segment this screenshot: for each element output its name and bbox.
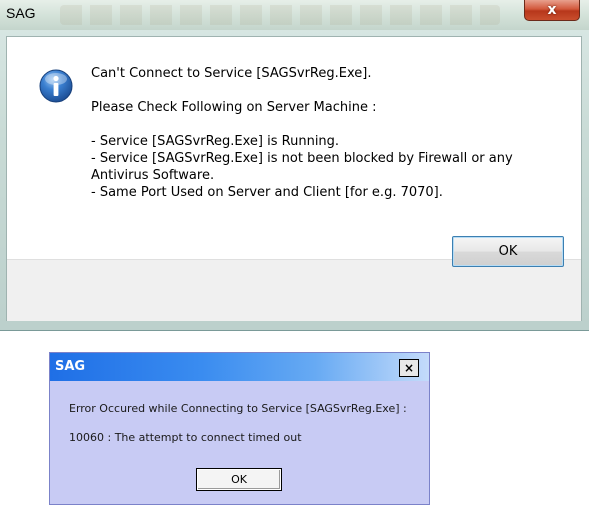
error-dialog-win7: SAG x Can't Connect to Service [SAGSvrRe…	[0, 0, 589, 331]
message-line: - Service [SAGSvrReg.Exe] is Running.	[91, 134, 340, 149]
close-button[interactable]: x	[524, 0, 580, 21]
message-line: Antivirus Software.	[91, 168, 215, 183]
close-icon: x	[547, 2, 557, 18]
title-bar[interactable]: SAG ×	[50, 353, 429, 381]
button-bar	[7, 259, 581, 321]
ok-button[interactable]: OK	[196, 468, 282, 491]
information-icon	[39, 69, 73, 103]
message-line: Can't Connect to Service [SAGSvrReg.Exe]…	[91, 66, 372, 81]
message-text: Can't Connect to Service [SAGSvrReg.Exe]…	[91, 65, 571, 201]
title-bar[interactable]: SAG x	[0, 0, 589, 30]
dialog-body: Can't Connect to Service [SAGSvrReg.Exe]…	[6, 36, 582, 321]
message-gap	[91, 116, 571, 133]
message-line: - Service [SAGSvrReg.Exe] is not been bl…	[91, 151, 513, 166]
message-gap	[91, 82, 571, 99]
window-title: SAG	[6, 5, 36, 21]
screen: SAG x Can't Connect to Service [SAGSvrRe…	[0, 0, 589, 521]
close-icon: ×	[403, 361, 415, 375]
close-button[interactable]: ×	[399, 359, 419, 377]
error-message: Error Occured while Connecting to Servic…	[69, 402, 407, 415]
message-line: Please Check Following on Server Machine…	[91, 100, 377, 115]
window-title: SAG	[55, 359, 86, 374]
error-code-message: 10060 : The attempt to connect timed out	[69, 431, 302, 444]
message-line: - Same Port Used on Server and Client [f…	[91, 185, 443, 200]
background-window-ghost-title	[60, 5, 500, 25]
error-dialog-classic: SAG × Error Occured while Connecting to …	[49, 352, 430, 505]
ok-button[interactable]: OK	[452, 236, 564, 267]
